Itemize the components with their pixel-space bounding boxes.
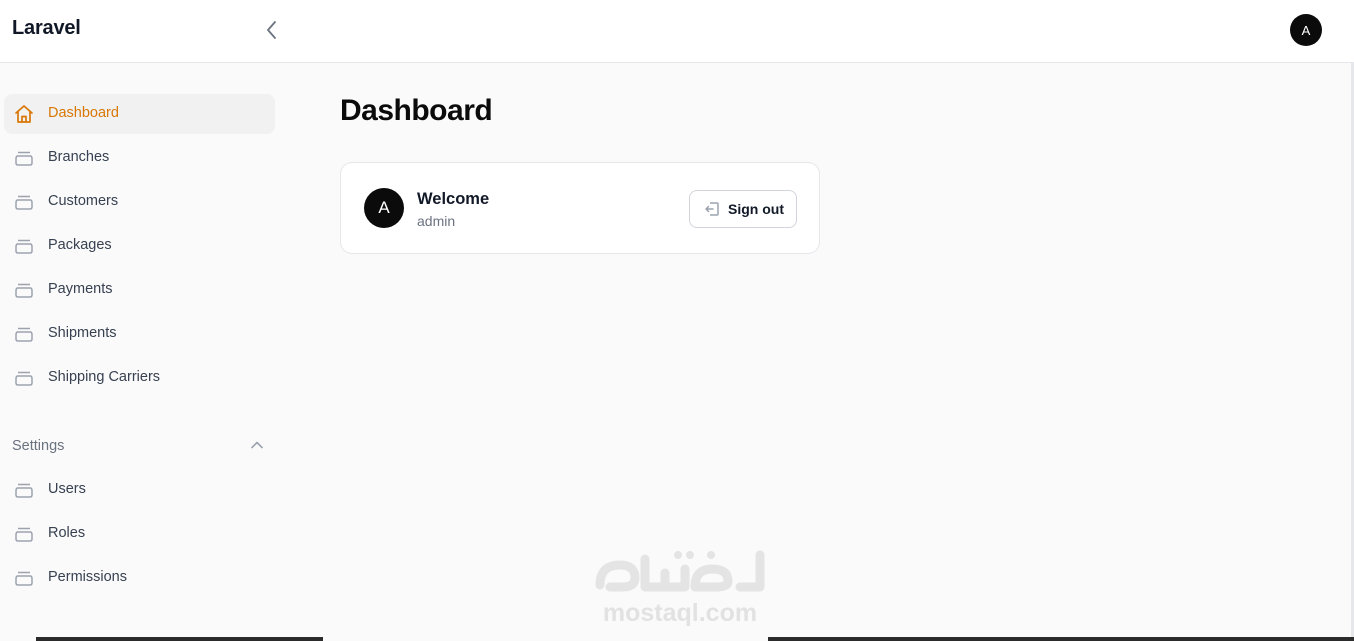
sidebar-collapse-button[interactable] (260, 18, 284, 42)
page-title: Dashboard (340, 94, 493, 127)
watermark-text: mostaql.com (602, 599, 758, 627)
sidebar-item-label: Payments (48, 281, 113, 297)
sidebar-item-shipments[interactable]: Shipments (4, 314, 275, 354)
stack-icon (13, 523, 35, 545)
username-text: admin (417, 213, 456, 229)
stack-icon (13, 191, 35, 213)
sidebar-item-customers[interactable]: Customers (4, 182, 275, 222)
stack-icon (13, 279, 35, 301)
sidebar: Dashboard Branches Customers Packages Pa… (0, 63, 280, 641)
sidebar-item-label: Customers (48, 193, 119, 209)
welcome-heading: Welcome (417, 190, 490, 208)
stack-icon (13, 479, 35, 501)
watermark: mostaql.com (590, 545, 770, 630)
bottom-border-gap (323, 637, 768, 641)
sidebar-item-label: Users (48, 481, 86, 497)
sidebar-item-label: Permissions (48, 569, 127, 585)
account-widget-card: A Welcome admin Sign out (340, 162, 820, 254)
brand-logo[interactable]: Laravel (12, 17, 81, 40)
sidebar-item-label: Shipping Carriers (48, 369, 161, 385)
sign-out-icon (705, 202, 719, 216)
sidebar-item-dashboard[interactable]: Dashboard (4, 94, 275, 134)
sidebar-item-label: Roles (48, 525, 86, 541)
home-icon (13, 103, 35, 125)
stack-icon (13, 147, 35, 169)
settings-group-label[interactable]: Settings (12, 438, 64, 454)
chevron-left-icon (267, 21, 276, 39)
sidebar-item-label: Dashboard (48, 105, 119, 121)
sidebar-item-label: Branches (48, 149, 110, 165)
sign-out-button[interactable]: Sign out (689, 190, 797, 228)
watermark-logo (595, 550, 765, 592)
top-bar: Laravel A (0, 0, 1354, 63)
stack-icon (13, 367, 35, 389)
sidebar-item-branches[interactable]: Branches (4, 138, 275, 178)
sidebar-item-roles[interactable]: Roles (4, 514, 275, 554)
sidebar-item-packages[interactable]: Packages (4, 226, 275, 266)
sidebar-item-label: Packages (48, 237, 112, 253)
avatar: A (364, 188, 404, 228)
sign-out-label: Sign out (728, 201, 784, 217)
stack-icon (13, 323, 35, 345)
sidebar-item-payments[interactable]: Payments (4, 270, 275, 310)
sidebar-item-users[interactable]: Users (4, 470, 275, 510)
stack-icon (13, 235, 35, 257)
sidebar-item-label: Shipments (48, 325, 117, 341)
sidebar-item-shipping-carriers[interactable]: Shipping Carriers (4, 358, 275, 398)
settings-group-toggle[interactable] (248, 436, 266, 454)
chevron-up-icon (251, 441, 263, 449)
sidebar-item-permissions[interactable]: Permissions (4, 558, 275, 598)
stack-icon (13, 567, 35, 589)
user-menu-avatar[interactable]: A (1290, 14, 1322, 46)
